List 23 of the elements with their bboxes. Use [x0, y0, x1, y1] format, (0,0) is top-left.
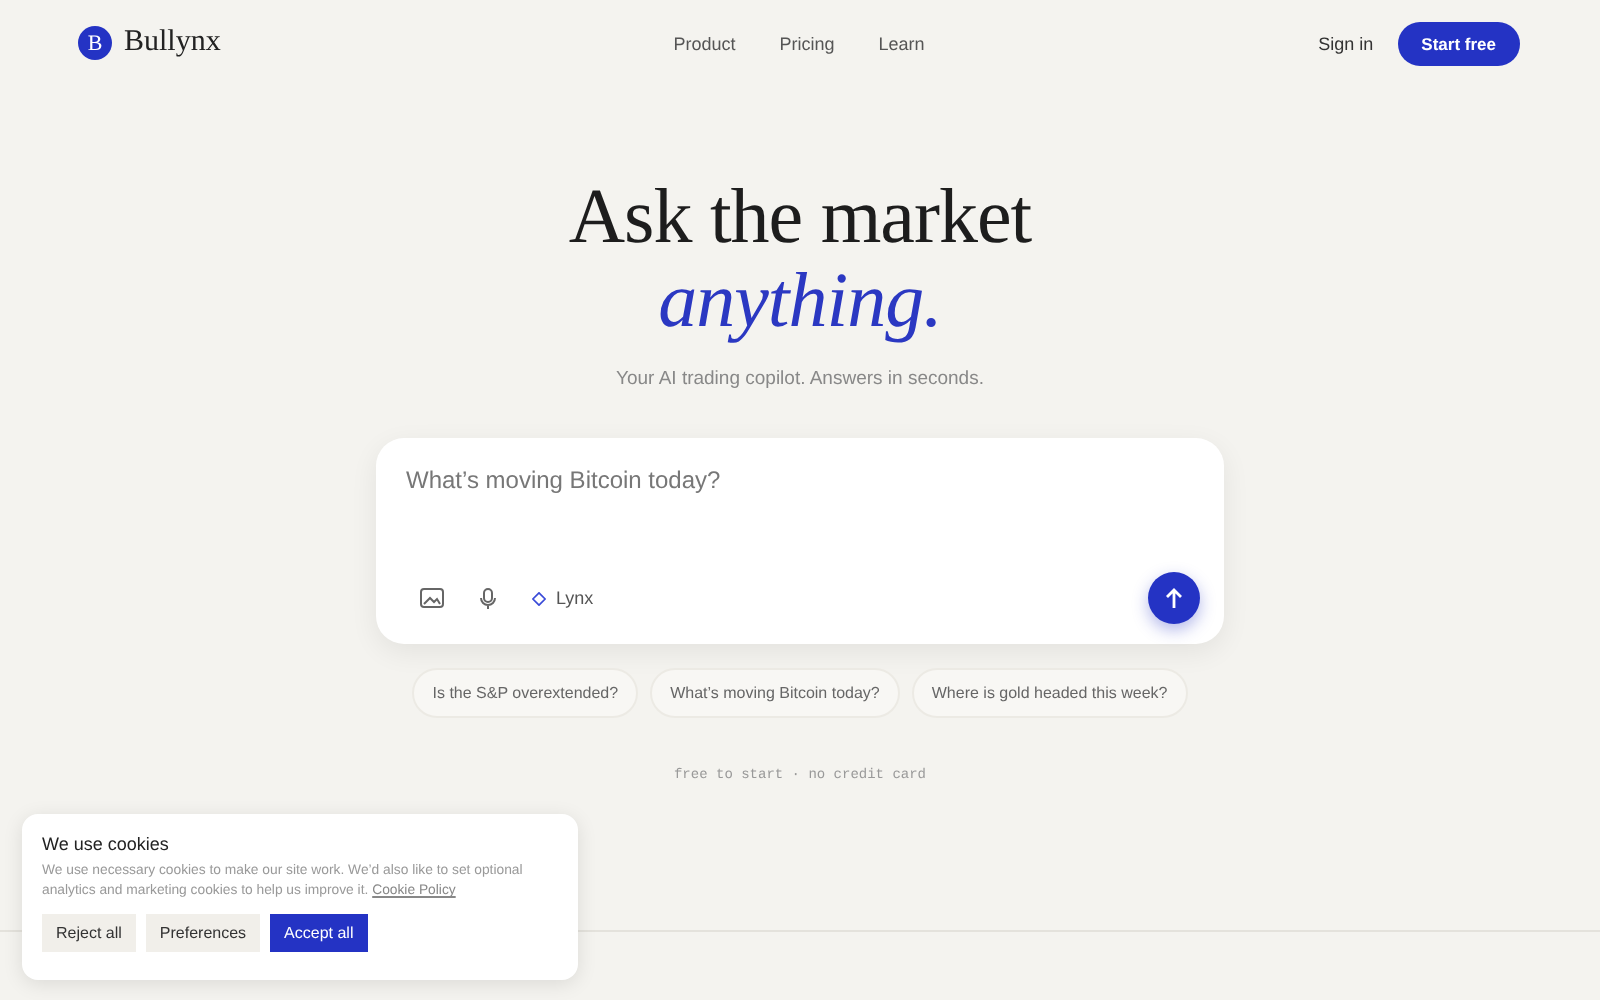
model-selector[interactable]: Lynx	[532, 588, 594, 608]
accept-button[interactable]: Accept all	[270, 914, 368, 952]
microphone-icon[interactable]	[480, 587, 496, 609]
cookie-option-button[interactable]: Preferences	[145, 914, 261, 952]
start-free-button[interactable]: Start free	[1397, 21, 1520, 65]
nav-link[interactable]: Pricing	[779, 33, 835, 53]
send-button[interactable]	[1148, 572, 1200, 624]
hero-title: Ask the market	[568, 176, 1032, 260]
arrow-up-icon	[1164, 587, 1184, 609]
cookie-option-button[interactable]: Reject all	[42, 914, 136, 952]
sign-in-link[interactable]: Sign in	[1318, 33, 1374, 53]
prompt-input-field[interactable]: What’s moving Bitcoin today?	[406, 466, 1200, 506]
hero-subtitle: Your AI trading copilot. Answers in seconds.	[616, 368, 984, 390]
image-icon[interactable]	[420, 588, 444, 608]
cookie-title: We use cookies	[42, 834, 171, 854]
hero-title-accent: anything.	[658, 260, 942, 344]
suggestion-chip[interactable]: What’s moving Bitcoin today?	[650, 668, 900, 718]
nav-link[interactable]: Product	[673, 33, 736, 53]
suggestion-chip[interactable]: Where is gold headed this week?	[911, 668, 1188, 718]
suggestion-chip[interactable]: Is the S&P overextended?	[412, 668, 639, 718]
brand-name[interactable]: Bullynx	[124, 26, 221, 60]
logo-icon[interactable]: B	[78, 26, 112, 60]
nav-link[interactable]: Learn	[878, 33, 925, 53]
